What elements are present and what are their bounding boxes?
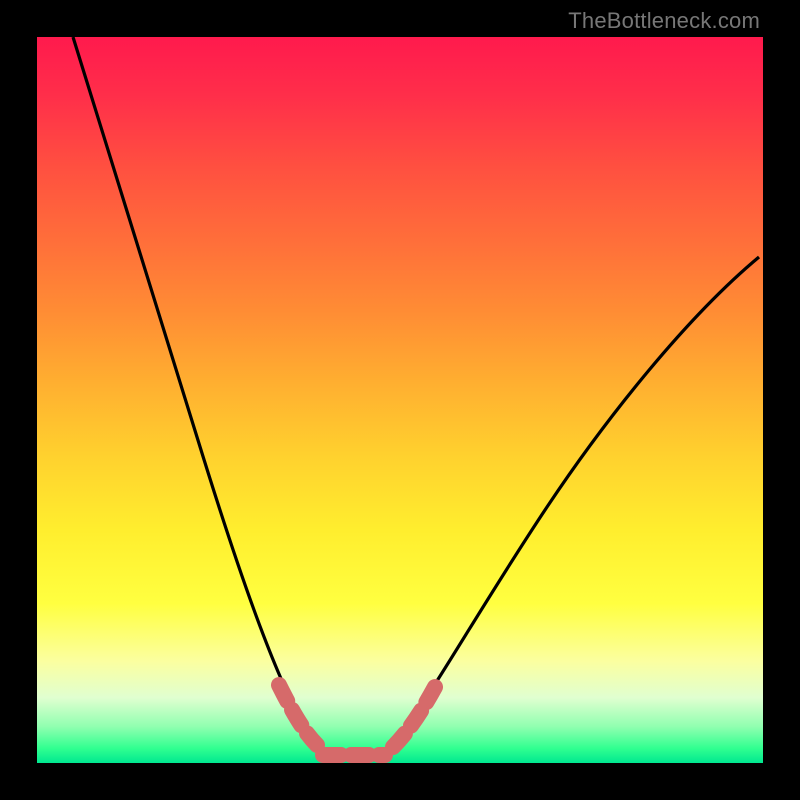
curve-svg	[37, 37, 763, 763]
highlight-right	[393, 687, 435, 747]
watermark-text: TheBottleneck.com	[568, 8, 760, 34]
bottleneck-curve	[73, 37, 759, 759]
highlight-left	[279, 685, 317, 745]
chart-frame: TheBottleneck.com	[0, 0, 800, 800]
